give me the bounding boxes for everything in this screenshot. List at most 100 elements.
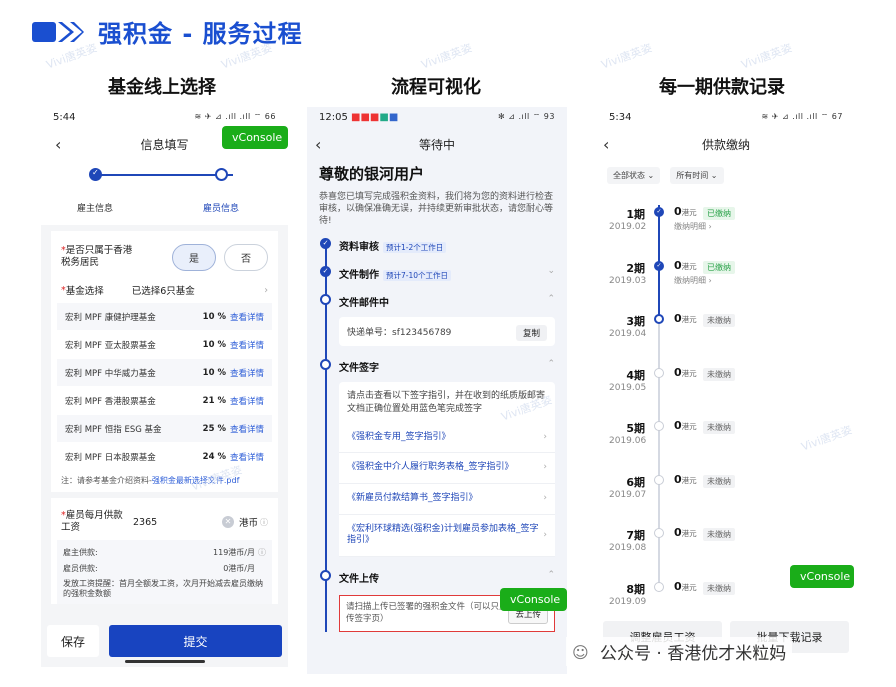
- resident-no-button[interactable]: 否: [224, 243, 268, 271]
- salary-input[interactable]: 2365: [127, 517, 222, 528]
- chevron-right-icon: [32, 20, 84, 44]
- status-time: 5:34: [609, 111, 632, 123]
- filter-bar: 全部状态 ⌄ 所有时间 ⌄: [597, 161, 855, 190]
- fund-select-row[interactable]: * 基金选择 已选择6只基金 ›: [51, 277, 278, 303]
- pending-node-icon: [654, 314, 664, 324]
- wechat-account-name: 公众号 · 香港优才米粒妈: [600, 644, 787, 664]
- sign-guide-title: 《宏利环球精选(强积金)计划雇员参加表格_签字指引》: [347, 523, 539, 546]
- fund-detail-link[interactable]: 查看详情: [230, 451, 264, 463]
- section-title-fund: 基金线上选择: [108, 77, 216, 98]
- chevron-right-icon: ›: [543, 431, 547, 442]
- status-bar: 12:05 ■■■■■ ✻ ⊿ .ıll ⌔ 93: [307, 107, 567, 127]
- payment-detail-link[interactable]: 缴纳明细 ›: [674, 275, 712, 286]
- period-label: 2期: [626, 261, 645, 275]
- fund-detail-link[interactable]: 查看详情: [230, 367, 264, 379]
- back-arrow-icon[interactable]: ‹: [603, 135, 609, 154]
- fund-detail-link[interactable]: 查看详情: [230, 423, 264, 435]
- period-label: 1期: [626, 208, 645, 221]
- step-upload-label: 文件上传: [339, 574, 379, 586]
- copy-button[interactable]: 复制: [515, 325, 547, 342]
- step-upload[interactable]: 文件上传 ⌃: [320, 563, 555, 591]
- fund-select-label: 基金选择: [65, 286, 104, 297]
- chevron-up-icon: ⌃: [547, 359, 555, 370]
- tracking-box: 快递单号：sf123456789 复制: [339, 317, 555, 347]
- contribution-record: 4期 2019.05 0港元 未缴纳: [597, 366, 855, 420]
- period-date: 2019.09: [609, 596, 647, 607]
- payroll-note: 发放工资提醒：首月全额发工资，次月开始减去雇员缴纳的强积金数额: [63, 579, 263, 599]
- sign-guide-link[interactable]: 《强积金专用_签字指引》 ›: [339, 422, 555, 454]
- vconsole-button[interactable]: vConsole: [500, 588, 567, 611]
- sign-guide-title: 《强积金中介人履行职务表格_签字指引》: [347, 462, 514, 473]
- contribution-box: 雇主供款: 119港币/月 ⓘ 雇员供款: 0港币/月 发放工资提醒：首月全额发工资，…: [57, 540, 272, 604]
- fund-detail-link[interactable]: 查看详情: [230, 395, 264, 407]
- fund-detail-link[interactable]: 查看详情: [230, 339, 264, 351]
- watermark: Vivi唐英姿: [739, 41, 794, 72]
- resident-label: 是否只属于香港税务居民: [61, 245, 133, 268]
- step-current-icon: [215, 168, 228, 181]
- step-review: ✓ 资料审核 预计1-2个工作日: [320, 231, 555, 259]
- chevron-right-icon: ›: [543, 493, 547, 504]
- status-icons: ≋ ✈ ⊿ .ıll .ıll ⌔ 67: [761, 112, 843, 121]
- contribution-record: 5期 2019.06 0港元 未缴纳: [597, 419, 855, 473]
- status-filter[interactable]: 全部状态 ⌄: [607, 167, 661, 184]
- status-badge: 未缴纳: [703, 367, 735, 381]
- stepper: ✓ 雇主信息 雇员信息: [41, 161, 288, 225]
- current-step-icon: [320, 359, 331, 371]
- employer-contrib-label: 雇主供款:: [63, 547, 98, 557]
- current-step-icon: [320, 294, 331, 306]
- chevron-down-icon: ⌄: [547, 266, 555, 277]
- section-title-records: 每一期供款记录: [659, 77, 785, 98]
- greeting-title: 尊敬的银河用户: [319, 165, 425, 183]
- amount: 0港元: [674, 258, 697, 272]
- period-date: 2019.02: [609, 222, 647, 232]
- fund-percent: 24 %: [202, 451, 226, 462]
- fund-row: 宏利 MPF 香港股票基金 21 % 查看详情: [57, 387, 272, 415]
- period-label: 4期: [626, 368, 645, 382]
- status-bar: 5:44 ≋ ✈ ⊿ .ıll .ıll ⌔ 66: [41, 107, 288, 127]
- time-filter[interactable]: 所有时间 ⌄: [670, 167, 724, 184]
- save-button[interactable]: 保存: [47, 625, 99, 657]
- period-date: 2019.07: [609, 489, 647, 500]
- payment-detail-link[interactable]: 缴纳明细 ›: [674, 221, 712, 232]
- fund-detail-link[interactable]: 查看详情: [230, 311, 264, 323]
- period-label: 8期: [626, 582, 645, 596]
- sign-guide-title: 《新雇员付款结算书_签字指引》: [347, 493, 478, 504]
- note-text: 注：请参考基金介绍资料-: [61, 476, 152, 485]
- step-production[interactable]: ✓ 文件制作 预计7-10个工作日 ⌄: [320, 259, 555, 287]
- nav-title: 等待中: [418, 137, 455, 152]
- amount: 0港元: [674, 526, 697, 539]
- sign-guide-link[interactable]: 《宏利环球精选(强积金)计划雇员参加表格_签字指引》 ›: [339, 514, 555, 558]
- back-arrow-icon[interactable]: ‹: [315, 135, 321, 154]
- info-icon[interactable]: ⓘ: [258, 547, 266, 558]
- info-icon[interactable]: ⓘ: [260, 517, 268, 528]
- step-signing[interactable]: 文件签字 ⌃: [320, 352, 555, 380]
- sign-guide-link[interactable]: 《新雇员付款结算书_签字指引》 ›: [339, 484, 555, 515]
- pending-node-icon: [654, 421, 664, 431]
- status-time: 5:44: [53, 111, 76, 123]
- fund-name: 宏利 MPF 亚太股票基金: [65, 340, 156, 351]
- fund-row: 宏利 MPF 康健护理基金 10 % 查看详情: [57, 303, 272, 331]
- fund-name: 宏利 MPF 日本股票基金: [65, 452, 156, 463]
- vconsole-button[interactable]: vConsole: [222, 126, 288, 149]
- back-arrow-icon[interactable]: ‹: [55, 135, 61, 154]
- step-mailing[interactable]: 文件邮件中 ⌃: [320, 287, 555, 315]
- fund-name: 宏利 MPF 康健护理基金: [65, 312, 156, 323]
- chevron-up-icon: ⌃: [547, 570, 555, 581]
- period-label: 7期: [626, 529, 645, 542]
- clear-icon[interactable]: ✕: [221, 516, 234, 528]
- sign-guide-list: 《强积金专用_签字指引》 › 《强积金中介人履行职务表格_签字指引》 › 《新雇员付款结…: [339, 422, 555, 558]
- period-label: 3期: [626, 315, 645, 328]
- status-time: 12:05 ■■■■■: [319, 111, 399, 123]
- home-indicator: [124, 660, 205, 663]
- amount: 0港元: [674, 205, 697, 218]
- fund-percent: 10 %: [202, 367, 226, 378]
- employee-contrib-label: 雇员供款:: [63, 563, 98, 573]
- submit-button[interactable]: 提交: [109, 625, 282, 657]
- sign-guide-link[interactable]: 《强积金中介人履行职务表格_签字指引》 ›: [339, 453, 555, 485]
- status-badge: 未缴纳: [703, 528, 735, 541]
- vconsole-button[interactable]: vConsole: [790, 565, 854, 588]
- status-icons: ✻ ⊿ .ıll ⌔ 93: [498, 112, 555, 121]
- resident-yes-button[interactable]: 是: [172, 243, 216, 271]
- step-label-employee: 雇员信息: [203, 204, 240, 214]
- fund-doc-link[interactable]: 强积金最新选择文件.pdf: [152, 476, 240, 485]
